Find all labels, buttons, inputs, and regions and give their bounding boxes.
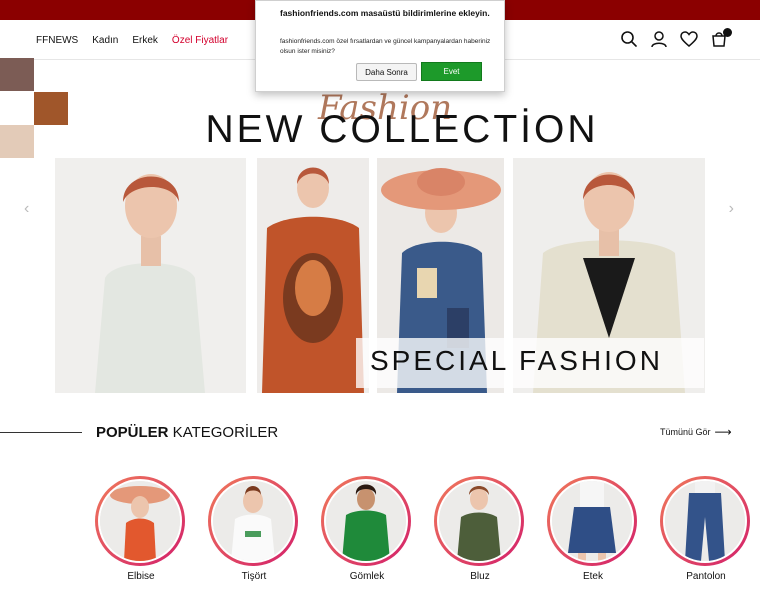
- category-gomlek[interactable]: Gömlek: [321, 476, 413, 582]
- category-image: [213, 481, 293, 561]
- nav-item-ozel-fiyatlar[interactable]: Özel Fiyatlar: [172, 35, 228, 46]
- popup-title: fashionfriends.com masaüstü bildirimleri…: [280, 8, 490, 18]
- category-image: [326, 481, 406, 561]
- category-image: [665, 481, 745, 561]
- slider-prev-button[interactable]: ‹: [24, 200, 29, 218]
- hero-title: NEW COLLECTİON: [205, 108, 599, 151]
- category-label: Elbise: [127, 571, 155, 582]
- notification-permission-popup: fashionfriends.com masaüstü bildirimleri…: [255, 0, 505, 92]
- see-all-label: Tümünü Gör: [660, 427, 711, 437]
- category-label: Pantolon: [686, 571, 726, 582]
- category-pantolon[interactable]: Pantolon: [660, 476, 752, 582]
- category-label: Etek: [582, 571, 603, 582]
- category-image: [100, 481, 180, 561]
- swatch-brown: [0, 58, 34, 91]
- slider-next-button[interactable]: ›: [729, 200, 734, 218]
- section-divider: [0, 432, 82, 433]
- category-tisort[interactable]: Tişört: [208, 476, 300, 582]
- nav-item-ffnews[interactable]: FFNEWS: [36, 35, 78, 46]
- search-icon[interactable]: [620, 30, 638, 48]
- category-bluz[interactable]: Bluz: [434, 476, 526, 582]
- category-label: Gömlek: [349, 571, 385, 582]
- popup-body: fashionfriends.com özel fırsatlardan ve …: [280, 38, 491, 55]
- arrow-right-icon: ⟶: [714, 425, 732, 439]
- category-label: Tişört: [241, 571, 267, 582]
- category-etek[interactable]: Etek: [547, 476, 639, 582]
- later-button[interactable]: Daha Sonra: [356, 63, 417, 81]
- category-list: Elbise Tişört Gömlek Bluz Etek Pantolon: [0, 476, 760, 600]
- cart-count-badge: [723, 28, 732, 37]
- see-all-link[interactable]: Tümünü Gör ⟶: [660, 425, 732, 439]
- hero-photo-white-top[interactable]: [55, 158, 246, 393]
- category-label: Bluz: [470, 571, 490, 582]
- category-elbise[interactable]: Elbise: [95, 476, 187, 582]
- nav-item-erkek[interactable]: Erkek: [132, 35, 158, 46]
- main-nav: FFNEWS Kadın Erkek Özel Fiyatlar: [36, 20, 228, 60]
- category-image: [439, 481, 519, 561]
- special-fashion-text: SPECIAL FASHION: [370, 345, 663, 376]
- header-icons: [620, 28, 732, 48]
- section-title-bold: POPÜLER: [96, 424, 169, 441]
- user-icon[interactable]: [650, 30, 668, 48]
- hero-photo-printed-shirt[interactable]: [257, 158, 369, 393]
- nav-item-kadin[interactable]: Kadın: [92, 35, 118, 46]
- section-title: POPÜLER KATEGORİLER: [96, 424, 278, 441]
- yes-button[interactable]: Evet: [421, 62, 482, 81]
- category-image: [552, 481, 632, 561]
- cart-icon[interactable]: [710, 28, 732, 48]
- heart-icon[interactable]: [680, 30, 698, 48]
- section-title-rest: KATEGORİLER: [168, 424, 279, 441]
